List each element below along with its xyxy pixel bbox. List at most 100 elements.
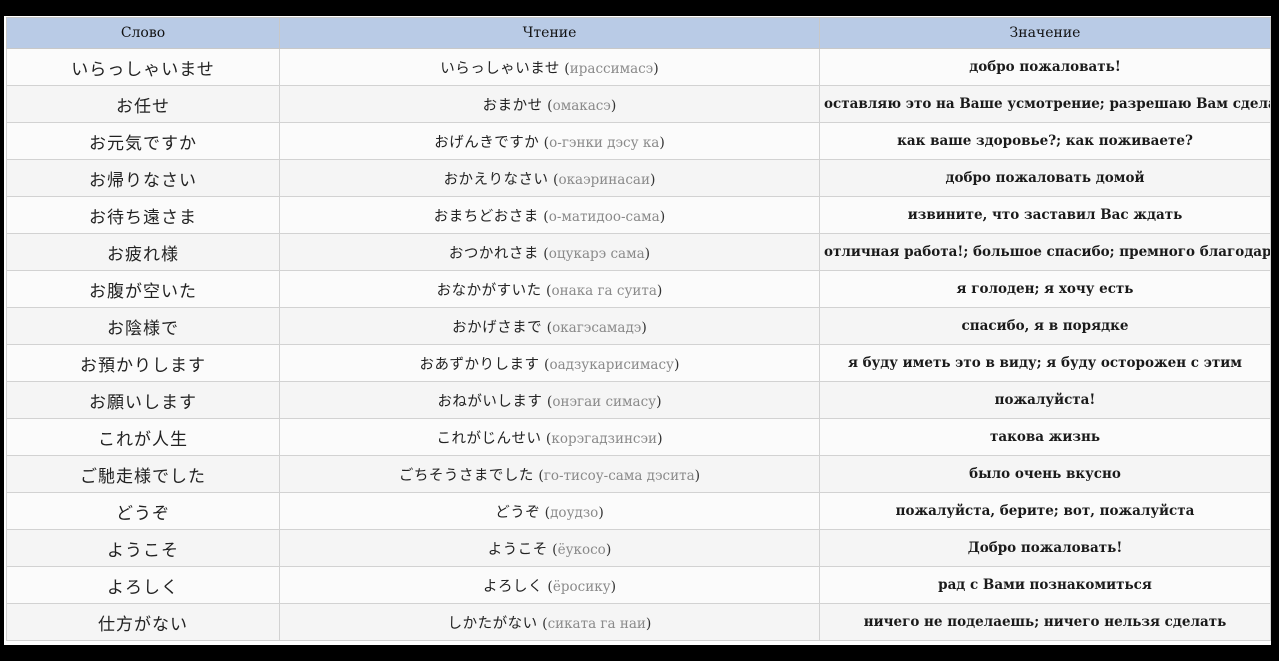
- reading-kana: おまちどおさま: [433, 208, 539, 225]
- transcription-text: о-матидоо-сама: [548, 208, 660, 225]
- word-cell: お腹が空いた: [6, 270, 280, 308]
- table-row: お帰りなさい おかえりなさい (окаэринасаи) добро пожалов…: [6, 159, 1271, 197]
- table-row: ようこそ ようこそ (ёукосо) Добро пожаловать!: [6, 529, 1271, 567]
- meaning-cell: спасибо, я в порядке: [819, 307, 1271, 345]
- meaning-cell: отличная работа!; большое спасибо; премн…: [819, 233, 1271, 271]
- reading-kana: ごちそうさまでした: [398, 467, 534, 484]
- reading-transcription: (окагэсамадэ): [542, 319, 647, 336]
- transcription-text: онэгаи симасу: [552, 393, 657, 410]
- table-row: お待ち遠さま おまちどおさま (о-матидоо-сама) извините, …: [6, 196, 1271, 234]
- reading-kana: おなかがすいた: [436, 282, 542, 299]
- reading-cell: これがじんせい (корэгадзинсэи): [279, 418, 820, 456]
- word-cell: ご馳走様でした: [6, 455, 280, 493]
- transcription-text: доудзо: [550, 504, 599, 521]
- word-cell: これが人生: [6, 418, 280, 456]
- transcription-text: омакасэ: [552, 97, 611, 114]
- reading-cell: よろしく (ёросику): [279, 566, 820, 604]
- transcription-text: оцукарэ сама: [548, 245, 645, 262]
- reading-cell: しかたがない (сиката га наи): [279, 603, 820, 641]
- word-cell: お陰様で: [6, 307, 280, 345]
- reading-kana: おあずかりします: [419, 356, 540, 373]
- word-cell: お預かりします: [6, 344, 280, 382]
- word-cell: 仕方がない: [6, 603, 280, 641]
- reading-kana: いらっしゃいませ: [440, 60, 560, 77]
- word-cell: お帰りなさい: [6, 159, 280, 197]
- column-header-word[interactable]: Слово: [6, 17, 280, 49]
- reading-kana: おげんきですか: [434, 134, 540, 151]
- transcription-text: сиката га наи: [547, 615, 646, 632]
- reading-kana: これがじんせい: [436, 430, 542, 447]
- meaning-cell: было очень вкусно: [819, 455, 1271, 493]
- meaning-cell: пожалуйста!: [819, 381, 1271, 419]
- vocabulary-table: Слово Чтение Значение いらっしゃいませ いらっしゃいませ (…: [6, 17, 1271, 641]
- meaning-cell: Добро пожаловать!: [819, 529, 1271, 567]
- reading-transcription: (о-матидоо-сама): [538, 208, 666, 225]
- reading-cell: おかえりなさい (окаэринасаи): [279, 159, 820, 197]
- table-row: いらっしゃいませ いらっしゃいませ (ирассимасэ) добро пожал…: [6, 48, 1271, 86]
- word-cell: お任せ: [6, 85, 280, 123]
- reading-transcription: (оадзукарисимасу): [539, 356, 680, 373]
- meaning-cell: оставляю это на Ваше усмотрение; разреша…: [819, 85, 1271, 123]
- reading-transcription: (корэгадзинсэи): [541, 430, 663, 447]
- reading-cell: いらっしゃいませ (ирассимасэ): [279, 48, 820, 86]
- column-header-meaning[interactable]: Значение: [819, 17, 1271, 49]
- reading-transcription: (ирассимасэ): [559, 60, 659, 77]
- table-row: お預かりします おあずかりします (оадзукарисимасу) я буду …: [6, 344, 1271, 382]
- table-row: ご馳走様でした ごちそうさまでした (го-тисоу-сама дэсита) б…: [6, 455, 1271, 493]
- column-header-reading[interactable]: Чтение: [279, 17, 820, 49]
- word-cell: お元気ですか: [6, 122, 280, 160]
- reading-kana: しかたがない: [447, 615, 538, 632]
- table-row: これが人生 これがじんせい (корэгадзинсэи) такова жизнь: [6, 418, 1271, 456]
- transcription-text: корэгадзинсэи: [551, 430, 658, 447]
- meaning-cell: рад с Вами познакомиться: [819, 566, 1271, 604]
- reading-transcription: (оцукарэ сама): [538, 245, 651, 262]
- reading-kana: よろしく: [482, 578, 543, 595]
- reading-kana: おつかれさま: [448, 245, 539, 262]
- word-cell: お疲れ様: [6, 233, 280, 271]
- reading-kana: ようこそ: [487, 541, 548, 558]
- transcription-text: го-тисоу-сама дэсита: [543, 467, 695, 484]
- reading-transcription: (омакасэ): [542, 97, 617, 114]
- table-row: よろしく よろしく (ёросику) рад с Вами познакомить…: [6, 566, 1271, 604]
- reading-cell: おねがいします (онэгаи симасу): [279, 381, 820, 419]
- reading-cell: おあずかりします (оадзукарисимасу): [279, 344, 820, 382]
- reading-cell: おまちどおさま (о-матидоо-сама): [279, 196, 820, 234]
- transcription-text: ирассимасэ: [569, 60, 654, 77]
- word-cell: よろしく: [6, 566, 280, 604]
- reading-transcription: (окаэринасаи): [548, 171, 656, 188]
- transcription-text: ёукосо: [557, 541, 606, 558]
- reading-transcription: (онэгаи симасу): [542, 393, 662, 410]
- transcription-text: оадзукарисимасу: [549, 356, 674, 373]
- reading-transcription: (го-тисоу-сама дэсита): [533, 467, 701, 484]
- table-row: お疲れ様 おつかれさま (оцукарэ сама) отличная работа…: [6, 233, 1271, 271]
- meaning-cell: я голоден; я хочу есть: [819, 270, 1271, 308]
- meaning-cell: я буду иметь это в виду; я буду остороже…: [819, 344, 1271, 382]
- reading-cell: ようこそ (ёукосо): [279, 529, 820, 567]
- meaning-cell: ничего не поделаешь; ничего нельзя сдела…: [819, 603, 1271, 641]
- reading-cell: ごちそうさまでした (го-тисоу-сама дэсита): [279, 455, 820, 493]
- reading-cell: おなかがすいた (онака га суита): [279, 270, 820, 308]
- word-cell: いらっしゃいませ: [6, 48, 280, 86]
- table-header-row: Слово Чтение Значение: [6, 17, 1271, 49]
- reading-kana: どうぞ: [495, 504, 541, 521]
- word-cell: ようこそ: [6, 529, 280, 567]
- reading-cell: おつかれさま (оцукарэ сама): [279, 233, 820, 271]
- table-row: お任せ おまかせ (омакасэ) оставляю это на Ваше ус…: [6, 85, 1271, 123]
- reading-transcription: (о-гэнки дэсу ка): [539, 134, 665, 151]
- transcription-text: ёросику: [552, 578, 611, 595]
- meaning-cell: извините, что заставил Вас ждать: [819, 196, 1271, 234]
- reading-kana: おかげさまで: [452, 319, 543, 336]
- word-cell: お待ち遠さま: [6, 196, 280, 234]
- reading-cell: おまかせ (омакасэ): [279, 85, 820, 123]
- table-row: 仕方がない しかたがない (сиката га наи) ничего не под…: [6, 603, 1271, 641]
- reading-cell: どうぞ (доудзо): [279, 492, 820, 530]
- reading-transcription: (доудзо): [540, 504, 604, 521]
- reading-cell: おげんきですか (о-гэнки дэсу ка): [279, 122, 820, 160]
- meaning-cell: добро пожаловать домой: [819, 159, 1271, 197]
- table-body: いらっしゃいませ いらっしゃいませ (ирассимасэ) добро пожал…: [6, 48, 1271, 641]
- meaning-cell: пожалуйста, берите; вот, пожалуйста: [819, 492, 1271, 530]
- transcription-text: онака га суита: [551, 282, 657, 299]
- table-row: お願いします おねがいします (онэгаи симасу) пожалуйста!: [6, 381, 1271, 419]
- reading-transcription: (сиката га наи): [537, 615, 652, 632]
- transcription-text: окаэринасаи: [558, 171, 650, 188]
